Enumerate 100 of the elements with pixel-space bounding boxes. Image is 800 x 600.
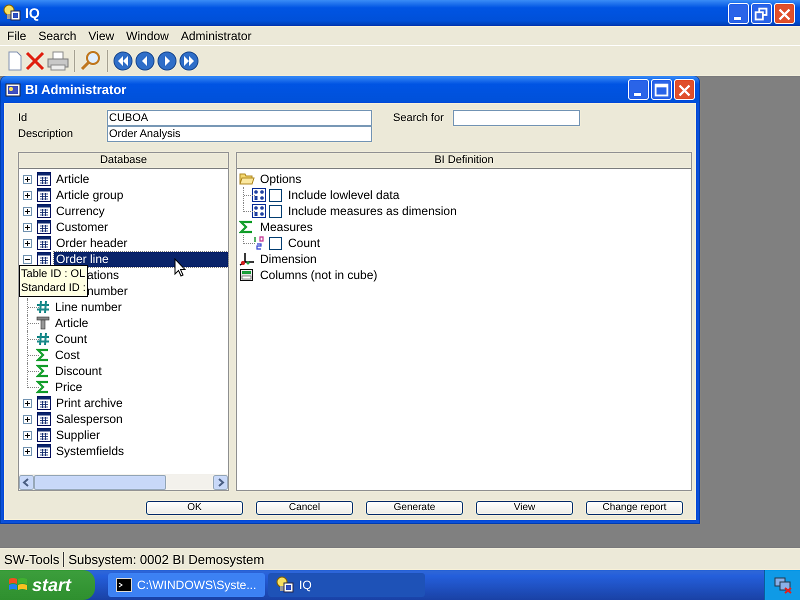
- tree-item[interactable]: Line number: [53, 300, 124, 314]
- dialog-button[interactable]: Change report: [586, 501, 683, 515]
- horizontal-scrollbar[interactable]: [19, 474, 228, 490]
- expander-icon[interactable]: [23, 414, 32, 424]
- dialog-button[interactable]: Cancel: [256, 501, 353, 515]
- tree-item[interactable]: Cost: [53, 348, 82, 362]
- tree-item[interactable]: Print archive: [54, 396, 125, 410]
- dialog-button[interactable]: View: [476, 501, 573, 515]
- expander-icon[interactable]: [23, 254, 32, 264]
- dialog-button[interactable]: Generate: [366, 501, 463, 515]
- table-icon: [37, 204, 51, 218]
- option-icon: [252, 188, 266, 202]
- scroll-right-icon[interactable]: [213, 474, 228, 490]
- restore-button[interactable]: [751, 2, 772, 24]
- tree-item[interactable]: Measures: [258, 220, 315, 234]
- close-button[interactable]: [674, 79, 695, 100]
- expander-icon[interactable]: [23, 206, 32, 216]
- expander-icon[interactable]: [23, 190, 32, 200]
- sigma-icon: [36, 380, 50, 394]
- child-window-title: BI Administrator: [25, 82, 126, 97]
- menu-item[interactable]: Administrator: [174, 28, 258, 42]
- scroll-left-icon[interactable]: [19, 474, 34, 490]
- tree-item[interactable]: Count: [286, 236, 322, 250]
- option-icon: [252, 204, 266, 218]
- tree-item[interactable]: Customer: [54, 220, 110, 234]
- new-document-icon[interactable]: [7, 51, 23, 71]
- tree-item[interactable]: Discount: [53, 364, 104, 378]
- panel-header: BI Definition: [237, 153, 691, 169]
- expander-icon[interactable]: [23, 430, 32, 440]
- expander-icon[interactable]: [23, 222, 32, 232]
- tree-item[interactable]: Count: [53, 332, 90, 346]
- status-text: SW-Tools: [4, 552, 64, 566]
- search-field[interactable]: [453, 110, 580, 126]
- tree-item[interactable]: Options: [258, 172, 304, 186]
- window-title: IQ: [25, 5, 40, 21]
- taskbar-button[interactable]: IQ: [268, 573, 425, 597]
- menu-item[interactable]: File: [1, 28, 32, 42]
- expander-icon[interactable]: [23, 238, 32, 248]
- last-record-icon[interactable]: [179, 51, 199, 71]
- table-icon: [37, 428, 51, 442]
- field-label: Id: [18, 112, 28, 124]
- t-shape-icon: [36, 316, 50, 330]
- close-button[interactable]: [774, 2, 795, 24]
- checkbox[interactable]: [269, 236, 282, 250]
- folder-icon: [239, 172, 255, 186]
- start-button[interactable]: start: [0, 570, 95, 600]
- tree-item[interactable]: Include measures as dimension: [286, 204, 459, 218]
- expander-icon[interactable]: [23, 174, 32, 184]
- tree-item[interactable]: Article: [53, 316, 90, 330]
- tooltip-text: Standard ID :: [21, 281, 86, 295]
- tree-item[interactable]: Article group: [54, 188, 126, 202]
- maximize-button[interactable]: [651, 79, 672, 100]
- input-field[interactable]: Order Analysis: [107, 126, 372, 142]
- printer-icon[interactable]: [47, 51, 69, 71]
- menu-item[interactable]: Window: [120, 28, 175, 42]
- table-icon: [37, 188, 51, 202]
- tree-item[interactable]: Systemfields: [54, 444, 126, 458]
- tree-item[interactable]: Salesperson: [54, 412, 125, 426]
- tree-item[interactable]: Currency: [54, 204, 107, 218]
- minimize-button[interactable]: [628, 79, 649, 100]
- tree-item[interactable]: Order header: [54, 236, 130, 250]
- tree-item[interactable]: Include lowlevel data: [286, 188, 402, 202]
- input-field[interactable]: CUBOA: [107, 110, 372, 126]
- first-record-icon[interactable]: [113, 51, 133, 71]
- search-icon[interactable]: [80, 50, 102, 72]
- axes-icon: [239, 252, 255, 266]
- dialog-button[interactable]: OK: [146, 501, 243, 515]
- tree-item[interactable]: Order line: [54, 252, 228, 266]
- expander-icon[interactable]: [23, 446, 32, 456]
- checkbox[interactable]: [269, 204, 282, 218]
- checkbox[interactable]: [269, 188, 282, 202]
- minimize-button[interactable]: [728, 2, 749, 24]
- menu-item[interactable]: Search: [32, 28, 82, 42]
- tree-item[interactable]: number: [85, 284, 130, 298]
- sigma-icon: [36, 348, 50, 362]
- table-icon: [37, 236, 51, 250]
- table-icon: [37, 444, 51, 458]
- field-label: Description: [18, 128, 74, 140]
- lightbulb-icon: [3, 4, 21, 22]
- console-icon: [116, 578, 132, 592]
- table-icon: [37, 172, 51, 186]
- tree-item[interactable]: Columns (not in cube): [258, 268, 380, 282]
- panel-header: Database: [19, 153, 228, 169]
- delete-icon[interactable]: [25, 51, 45, 71]
- menu-item[interactable]: View: [82, 28, 120, 42]
- tree-item[interactable]: Price: [53, 380, 84, 394]
- expander-icon[interactable]: [23, 398, 32, 408]
- previous-record-icon[interactable]: [135, 51, 155, 71]
- sigma-icon: [36, 364, 50, 378]
- status-text: Subsystem: 0002 BI Demosystem: [68, 552, 266, 566]
- tree-item[interactable]: Dimension: [258, 252, 319, 266]
- next-record-icon[interactable]: [157, 51, 177, 71]
- tree-item[interactable]: Article: [54, 172, 92, 186]
- table-icon: [37, 252, 51, 266]
- tree-item[interactable]: Supplier: [54, 428, 102, 442]
- scroll-thumb[interactable]: [34, 474, 166, 490]
- network-icon[interactable]: [772, 576, 792, 594]
- minimize-icon: [634, 93, 641, 96]
- taskbar-button[interactable]: C:\WINDOWS\Syste...: [108, 573, 265, 597]
- tree-item[interactable]: ations: [85, 268, 122, 282]
